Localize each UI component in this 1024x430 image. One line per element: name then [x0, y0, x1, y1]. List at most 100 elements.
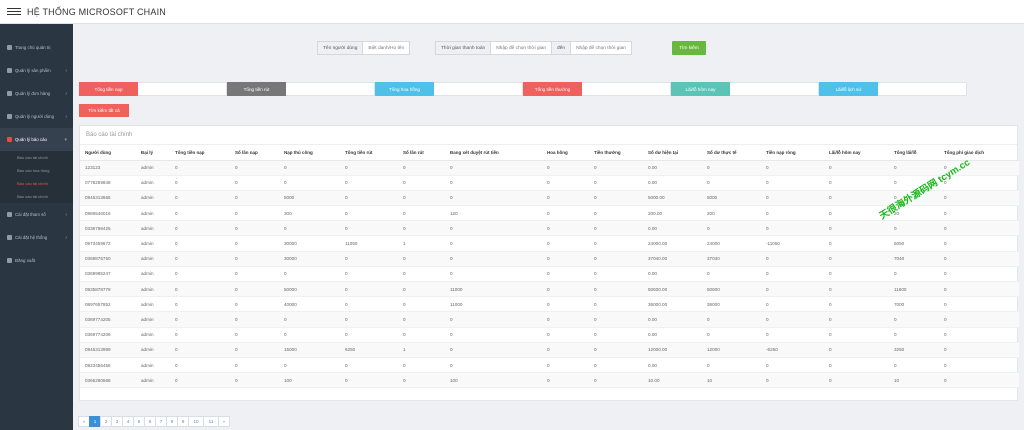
table-cell: 0897657852	[80, 296, 136, 313]
sidebar-subitem[interactable]: Báo cáo tài chính	[0, 190, 73, 203]
summary-commission: Tổng hoa hồng	[375, 82, 523, 96]
table-cell: 0	[445, 251, 542, 267]
table-cell: admin	[136, 296, 170, 313]
table-cell: 36000	[702, 296, 761, 313]
pager-next-button[interactable]: »	[218, 416, 230, 427]
table-cell: 0	[702, 220, 761, 237]
table-cell: 0	[589, 296, 643, 313]
table-cell: 37040.00	[643, 251, 702, 267]
table-cell: 0369774206	[80, 327, 136, 343]
summary-row: Tổng tiền nạp Tổng tiền rút Tổng hoa hồn…	[79, 82, 967, 96]
table-cell: 0	[939, 281, 1019, 298]
table-cell: 0	[340, 220, 398, 237]
table-cell: 0	[889, 357, 939, 374]
sidebar-item-system[interactable]: Cài đặt hệ thống ›	[0, 226, 73, 249]
summary-withdraw: Tổng tiền rút	[227, 82, 375, 96]
table-cell: 0	[279, 220, 340, 237]
sidebar-subitem-current[interactable]: Báo cáo tài chính	[0, 177, 73, 190]
table-cell: admin	[136, 311, 170, 328]
table-cell: 0945313989	[80, 342, 136, 358]
table-cell: admin	[136, 357, 170, 374]
table-cell: 0.00	[643, 357, 702, 374]
table-cell: 0.00	[643, 160, 702, 176]
menu-icon[interactable]	[7, 8, 21, 15]
summary-today-pnl: Lãi/lỗ hôm nay	[671, 82, 819, 96]
summary-bonus: Tổng tiền thưởng	[523, 82, 671, 96]
table-cell: 0	[824, 235, 889, 252]
table-row: 0369985247 admin 0 0 0 0 0 0 0 0 0.00 0 0 0 0 0	[80, 266, 1019, 283]
pager-page-button[interactable]: 11	[203, 416, 219, 427]
table-cell: 0	[824, 281, 889, 298]
table-cell: 0	[542, 311, 589, 328]
table-cell: 0	[230, 251, 279, 267]
table-cell: 0	[340, 372, 398, 389]
table-cell: 50000	[279, 281, 340, 298]
table-cell: 0	[340, 205, 398, 222]
table-cell: admin	[136, 160, 170, 176]
table-cell: 0	[398, 357, 445, 374]
table-cell: admin	[136, 342, 170, 358]
table-cell: 0	[589, 235, 643, 252]
user-filter-label: Tên người dùng	[318, 42, 364, 54]
chevron-right-icon: ›	[65, 113, 67, 120]
sidebar-subitem[interactable]: Báo cáo hoa hồng	[0, 164, 73, 177]
table-cell: 0	[589, 311, 643, 328]
table-cell: 5000	[702, 190, 761, 207]
table-cell: 11050	[340, 235, 398, 252]
summary-label: Lãi/lỗ lịch sử	[819, 82, 878, 96]
pager-page-button[interactable]: 10	[188, 416, 204, 427]
table-cell: -11050	[761, 235, 824, 252]
sidebar-item-products[interactable]: Quản lý sản phẩm ›	[0, 59, 73, 82]
column-header: Số dư thực tế	[702, 145, 761, 161]
table-cell: 0	[824, 342, 889, 358]
search-button[interactable]: Tìm kiếm	[672, 41, 706, 55]
table-cell: 0	[230, 266, 279, 283]
table-cell: 0	[170, 342, 230, 358]
table-cell: 0.00	[643, 220, 702, 237]
table-cell: 0	[445, 235, 542, 252]
table-cell: 0	[340, 190, 398, 207]
table-header-row: Người dùng Đại lý Tổng tiền nạp Số lần nạp N…	[80, 145, 1019, 161]
time-filter-label: Thời gian thanh toán	[436, 42, 492, 54]
table-cell: 0	[824, 251, 889, 267]
summary-label: Tổng tiền thưởng	[523, 82, 582, 96]
table-cell: 0	[170, 235, 230, 252]
sidebar-item-logout[interactable]: Đăng xuất	[0, 249, 73, 272]
sidebar-item-reports[interactable]: Quản lý báo cáo ▾	[0, 128, 73, 151]
table-row: 0369774206 admin 0 0 0 0 0 0 0 0 0.00 0 0 0 0 0	[80, 327, 1019, 343]
summary-label: Tổng hoa hồng	[375, 82, 434, 96]
app-title: HỆ THỐNG MICROSOFT CHAIN	[27, 6, 166, 17]
sidebar-item-dashboard[interactable]: Trang chủ quản trị	[0, 36, 73, 59]
table-cell: 0986546016	[80, 205, 136, 222]
table-cell: 0945313665	[80, 190, 136, 207]
table-cell: 0	[398, 205, 445, 222]
start-date-input[interactable]: Nhập để chọn thời gian	[491, 42, 553, 54]
table-cell: 5000	[279, 190, 340, 207]
column-header: Lãi/lỗ hôm nay	[824, 145, 889, 161]
sidebar-item-params[interactable]: Cài đặt tham số ›	[0, 203, 73, 226]
sidebar-subitem[interactable]: Báo cáo tài chính	[0, 151, 73, 164]
table-cell: 0	[170, 266, 230, 283]
column-header: Hoa hồng	[542, 145, 589, 161]
table-cell: admin	[136, 235, 170, 252]
table-cell: 0	[398, 175, 445, 191]
table-cell: 0	[939, 190, 1019, 207]
user-filter-input[interactable]: Biệt danh/Họ tên	[363, 42, 409, 54]
table-cell: 0	[230, 175, 279, 191]
table-cell: 0	[702, 175, 761, 191]
sidebar-item-orders[interactable]: Quản lý đơn hàng ›	[0, 82, 73, 105]
user-filter: Tên người dùng Biệt danh/Họ tên	[317, 41, 411, 55]
table-cell: 0973459672	[80, 235, 136, 252]
table-cell: 0	[824, 220, 889, 237]
sidebar-item-users[interactable]: Quản lý người dùng ›	[0, 105, 73, 128]
summary-label: Lãi/lỗ hôm nay	[671, 82, 730, 96]
table-cell: 0	[589, 205, 643, 222]
chevron-right-icon: ›	[65, 234, 67, 241]
search-all-button[interactable]: Tìm kiếm tất cả	[79, 104, 129, 117]
column-header: Đang xét duyệt rút tiền	[445, 145, 542, 161]
table-cell: admin	[136, 220, 170, 237]
end-date-input[interactable]: Nhập để chọn thời gian	[571, 42, 631, 54]
table-cell: 0	[824, 175, 889, 191]
table-cell: 10	[889, 372, 939, 389]
table-row: 0945313989 admin 0 0 15000 6250 1 0 0 0 12000.00 12…	[80, 342, 1019, 358]
